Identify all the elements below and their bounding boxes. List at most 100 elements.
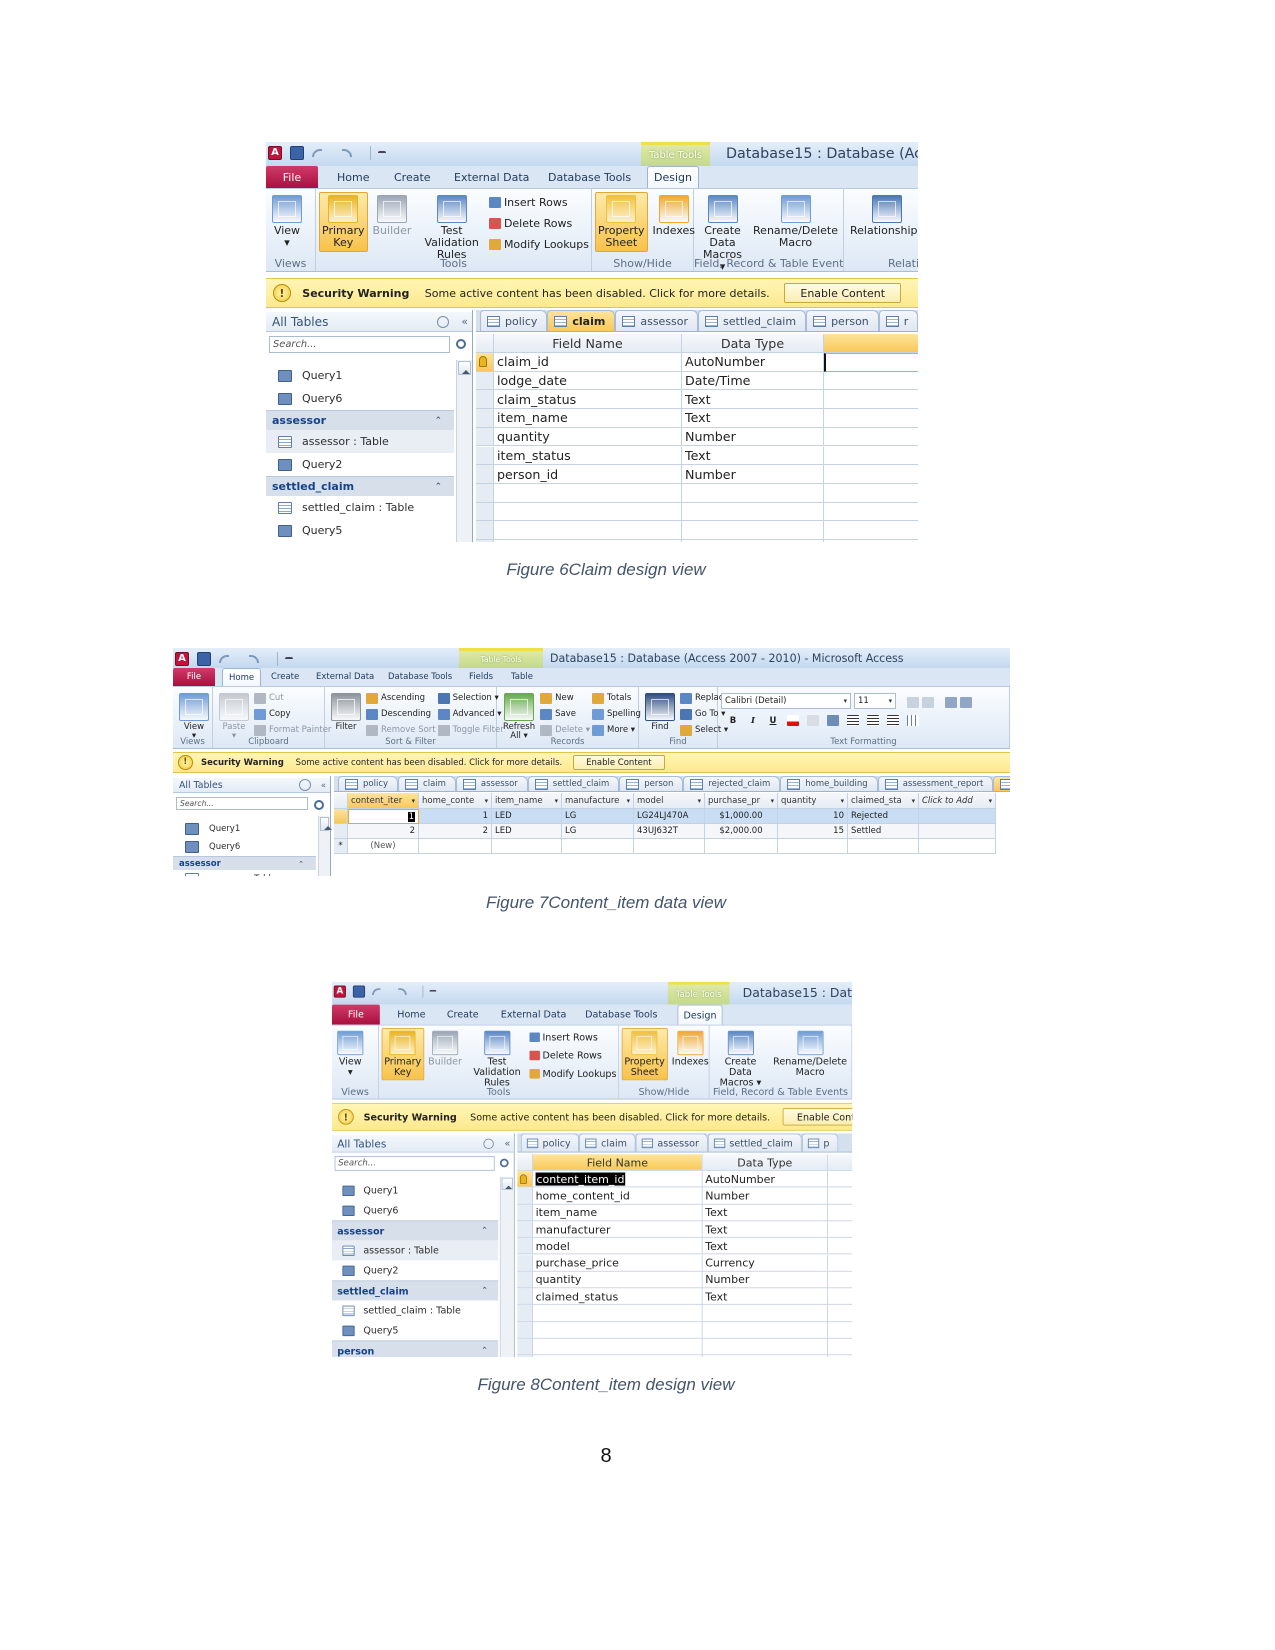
tab-home[interactable]: Home <box>392 1005 431 1025</box>
data-type-cell[interactable]: Text <box>702 1204 828 1222</box>
primary-key-button[interactable]: Primary Key <box>381 1028 424 1081</box>
nav-item-query6[interactable]: Query6 <box>266 387 454 410</box>
nav-menu-dropdown-icon[interactable] <box>437 315 450 328</box>
column-header-description[interactable] <box>824 334 918 353</box>
save-icon[interactable] <box>197 652 211 666</box>
ascending-button[interactable]: Ascending <box>366 690 436 706</box>
save-button[interactable]: Save <box>540 706 590 722</box>
nav-item-settled-claim-table[interactable]: settled_claim : Table <box>332 1300 498 1320</box>
nav-pane-header[interactable]: All Tables « <box>173 778 330 793</box>
row-selector[interactable] <box>517 1271 533 1289</box>
indent-icon[interactable] <box>945 697 957 708</box>
modify-lookups-button[interactable]: Modify Lookups <box>529 1064 616 1082</box>
data-type-cell[interactable]: Text <box>682 409 824 428</box>
modify-lookups-button[interactable]: Modify Lookups <box>488 234 589 255</box>
redo-icon[interactable] <box>249 655 259 663</box>
view-button[interactable]: View ▾ <box>269 192 305 252</box>
empty-cell[interactable] <box>824 484 918 503</box>
doc-tab-claim[interactable]: claim <box>547 310 616 331</box>
new-record-cell[interactable]: (New) <box>348 839 419 854</box>
column-header-content-iter[interactable]: content_iter ▾ <box>348 793 419 809</box>
data-type-cell[interactable]: Date/Time <box>682 371 824 391</box>
nav-item-query1[interactable]: Query1 <box>332 1180 498 1200</box>
column-dropdown-icon[interactable]: ▾ <box>555 797 558 805</box>
data-type-cell[interactable]: Text <box>702 1237 828 1255</box>
empty-cell[interactable] <box>824 521 918 540</box>
doc-tab-home-building[interactable]: home_building <box>780 776 878 791</box>
bold-button[interactable]: B <box>727 716 739 726</box>
align-center-icon[interactable] <box>867 715 879 727</box>
nav-item-query1[interactable]: Query1 <box>266 364 454 387</box>
nav-item-query5[interactable]: Query5 <box>332 1320 498 1340</box>
nav-group-assessor[interactable]: assessor ⌃ <box>332 1220 499 1241</box>
row-selector[interactable] <box>517 1221 533 1238</box>
view-button[interactable]: View ▾ <box>335 1028 366 1080</box>
description-cell[interactable] <box>824 390 918 410</box>
cell-quantity[interactable]: 15 <box>778 824 848 839</box>
builder-button[interactable]: Builder <box>370 192 415 240</box>
row-selector[interactable] <box>517 1321 533 1339</box>
data-type-cell[interactable]: Text <box>682 446 824 466</box>
field-name-cell[interactable]: model <box>532 1237 703 1255</box>
cell-purchase-pr[interactable]: $1,000.00 <box>705 809 778 824</box>
row-selector[interactable] <box>476 371 494 391</box>
field-name-cell[interactable]: claim_status <box>494 390 682 410</box>
customize-toolbar-icon[interactable] <box>429 989 437 995</box>
description-cell[interactable] <box>827 1238 853 1255</box>
empty-cell[interactable] <box>682 502 824 522</box>
row-selector[interactable] <box>517 1204 533 1222</box>
empty-cell[interactable] <box>828 1355 852 1356</box>
test-validation-rules-button[interactable]: Test Validation Rules <box>466 1028 527 1091</box>
collapse-pane-icon[interactable]: « <box>461 315 468 328</box>
collapse-pane-icon[interactable]: « <box>505 1138 511 1149</box>
search-icon[interactable] <box>499 1158 509 1168</box>
empty-cell[interactable] <box>682 521 824 540</box>
new-record-cell[interactable] <box>705 839 778 854</box>
nav-item-assessor-table[interactable]: assessor : Table <box>266 430 454 453</box>
builder-button[interactable]: Builder <box>426 1028 465 1070</box>
new-record-cell[interactable] <box>634 839 705 854</box>
indexes-button[interactable]: Indexes <box>650 192 698 240</box>
tab-design[interactable]: Design <box>677 1004 723 1025</box>
data-type-cell[interactable]: AutoNumber <box>682 353 824 372</box>
find-button[interactable]: Find <box>642 690 678 735</box>
column-header-field-name[interactable]: Field Name <box>532 1154 703 1171</box>
new-record-cell[interactable] <box>919 839 996 854</box>
nav-item-query2[interactable]: Query2 <box>266 453 454 476</box>
column-header-field-name[interactable]: Field Name <box>494 334 682 353</box>
enable-content-button[interactable]: Enable Content <box>782 1108 853 1126</box>
field-name-cell[interactable]: lodge_date <box>494 371 682 391</box>
search-icon[interactable] <box>314 800 324 810</box>
nav-item-query6[interactable]: Query6 <box>332 1200 498 1220</box>
column-dropdown-icon[interactable]: ▾ <box>698 797 701 805</box>
font-color-icon[interactable] <box>787 715 799 727</box>
security-warning-bar[interactable]: Security Warning Some active content has … <box>173 752 1010 773</box>
row-selector[interactable] <box>476 465 494 484</box>
empty-cell[interactable] <box>702 1321 828 1339</box>
description-cell[interactable] <box>827 1288 853 1306</box>
descending-button[interactable]: Descending <box>366 706 436 722</box>
doc-tab-settled-claim[interactable]: settled_claim <box>698 310 807 331</box>
new-button[interactable]: New <box>540 690 590 706</box>
tab-home[interactable]: Home <box>222 668 262 686</box>
security-warning-bar[interactable]: Security Warning Some active content has … <box>266 278 918 308</box>
nav-search-input[interactable]: Search... <box>334 1156 495 1171</box>
description-cell[interactable] <box>827 1255 853 1272</box>
field-name-cell[interactable]: claim_id <box>494 353 682 372</box>
tab-external-data[interactable]: External Data <box>496 1005 572 1025</box>
empty-cell[interactable] <box>827 1339 853 1356</box>
doc-tab-assessment-report[interactable]: assessment_report <box>877 776 994 791</box>
redo-icon[interactable] <box>342 149 352 157</box>
test-validation-rules-button[interactable]: Test Validation Rules <box>416 192 487 264</box>
cell-item-name[interactable]: LED <box>492 824 562 839</box>
cell-manufacture[interactable]: LG <box>562 824 634 839</box>
primary-key-row-selector[interactable] <box>476 353 494 372</box>
primary-key-row-selector[interactable] <box>517 1170 533 1188</box>
row-selector[interactable] <box>476 446 494 466</box>
doc-tab-settled-claim[interactable]: settled_claim <box>707 1133 802 1152</box>
indexes-button[interactable]: Indexes <box>669 1028 711 1070</box>
cell-content-iter[interactable]: 2 <box>348 824 419 839</box>
row-selector[interactable] <box>517 1237 533 1255</box>
column-header-data-type[interactable]: Data Type <box>702 1154 828 1171</box>
data-type-cell[interactable]: AutoNumber <box>702 1170 828 1188</box>
